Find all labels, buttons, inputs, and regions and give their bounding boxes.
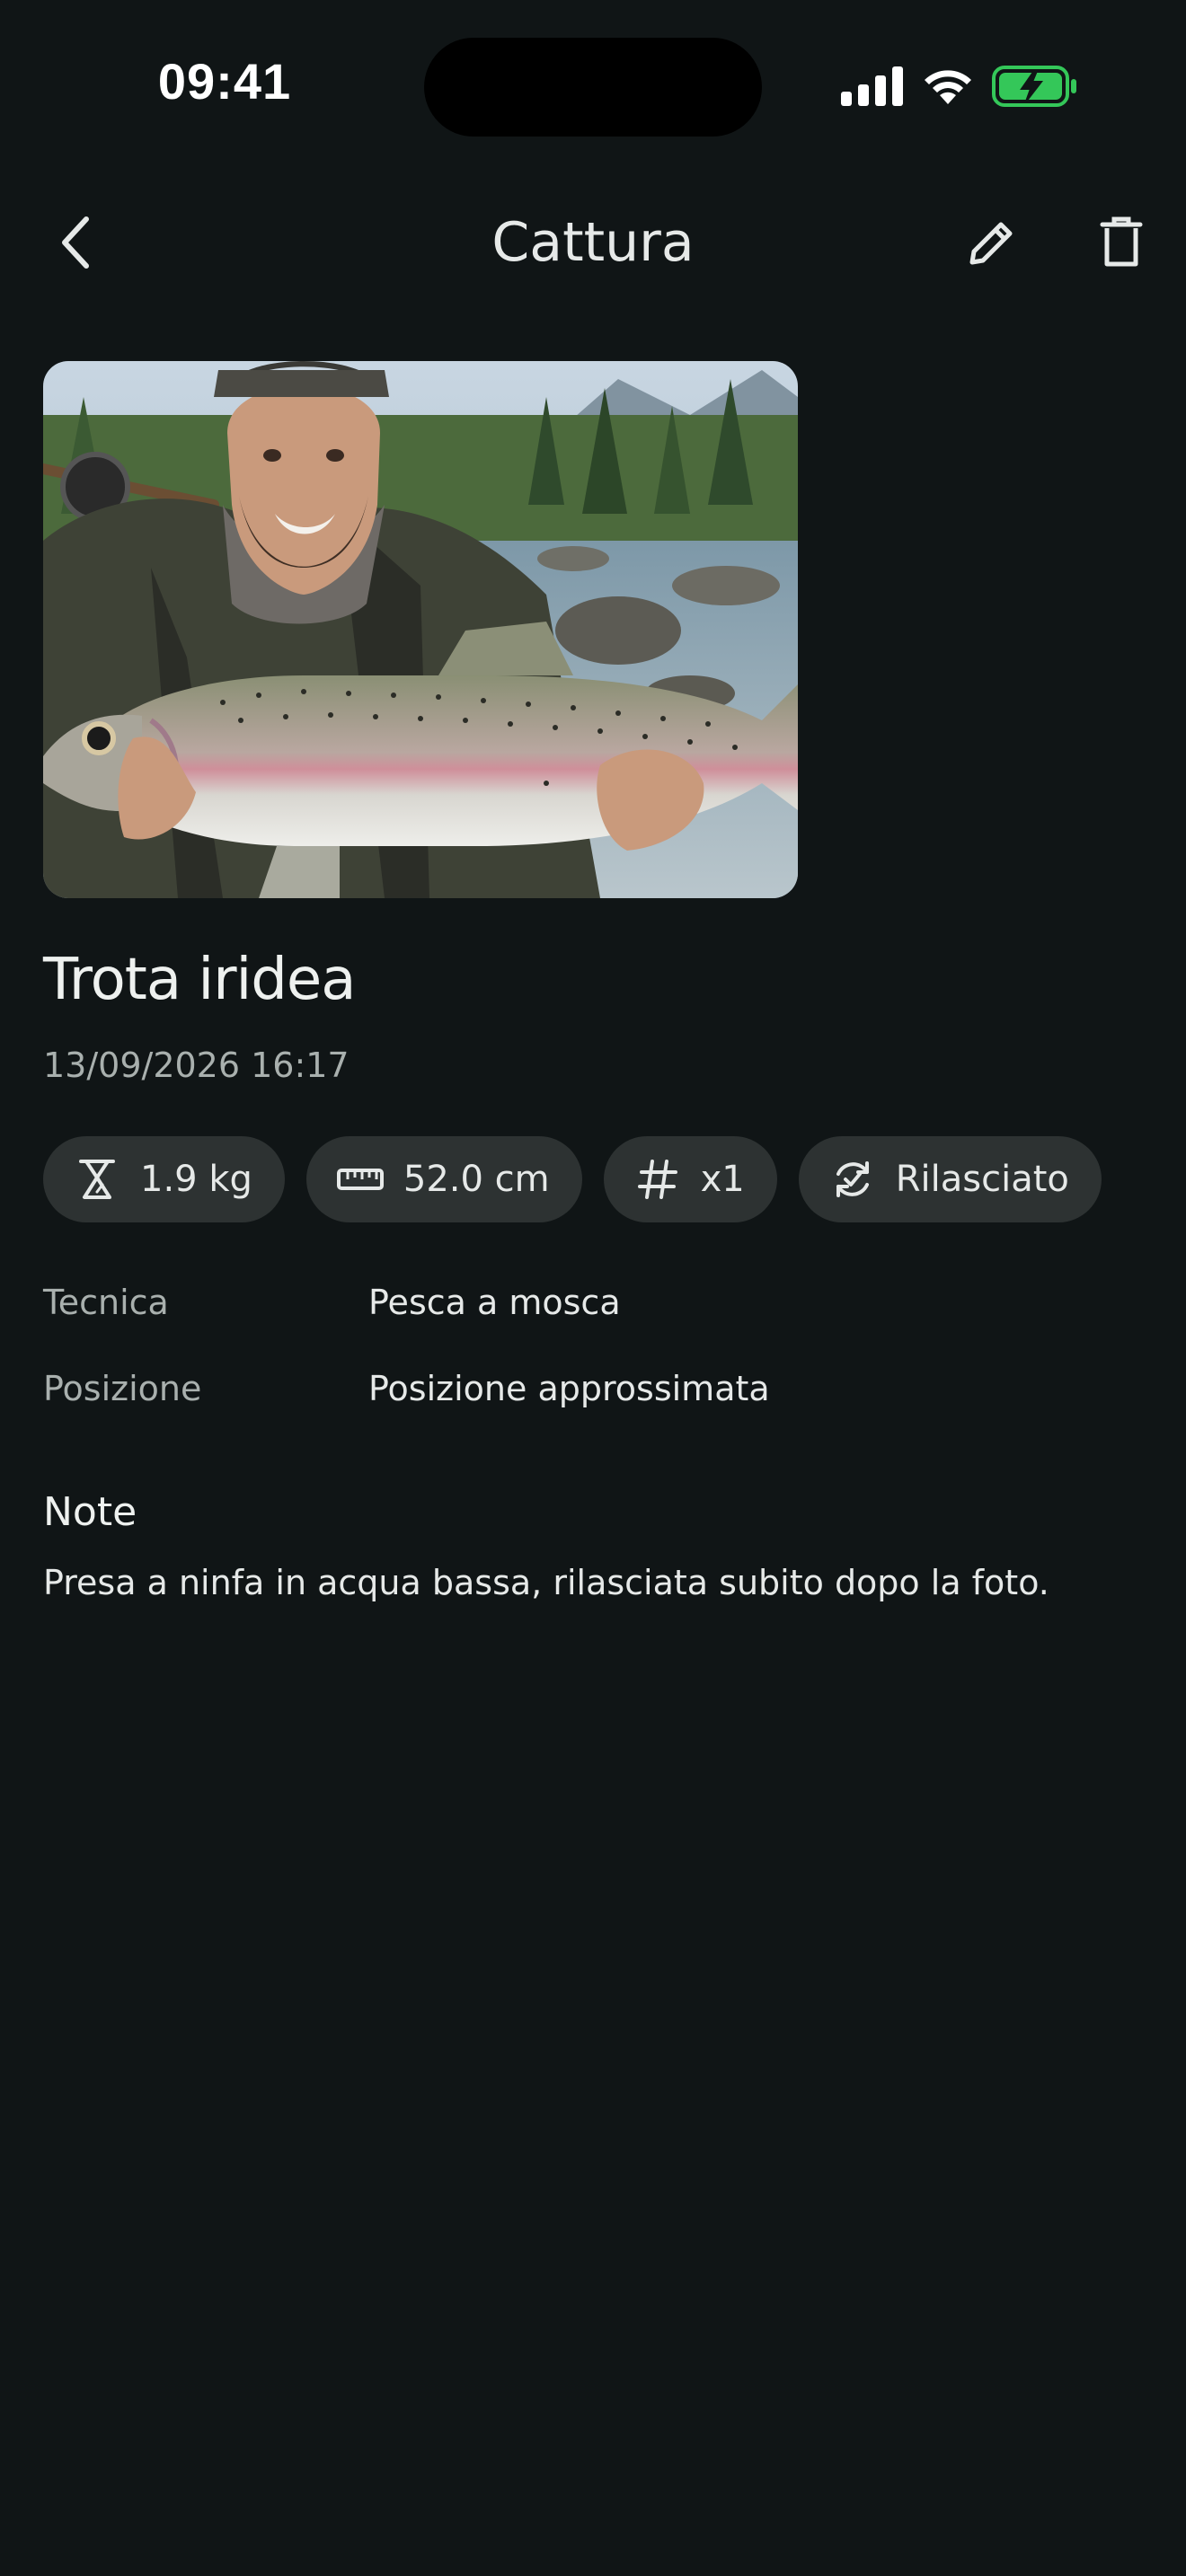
technique-value: Pesca a mosca bbox=[368, 1283, 621, 1322]
release-icon bbox=[829, 1156, 876, 1203]
position-label: Posizione bbox=[43, 1369, 202, 1408]
catch-details: Tecnica Pesca a mosca Posizione Posizion… bbox=[43, 1283, 1148, 1455]
length-value: 52.0 cm bbox=[403, 1159, 550, 1200]
technique-label: Tecnica bbox=[43, 1283, 169, 1322]
catch-datetime: 13/09/2026 16:17 bbox=[43, 1045, 350, 1085]
trash-icon bbox=[1100, 216, 1143, 267]
detail-row-position: Posizione Posizione approssimata bbox=[43, 1369, 1148, 1455]
wifi-icon bbox=[925, 70, 971, 104]
nav-bar: Cattura bbox=[0, 189, 1186, 296]
page-title: Cattura bbox=[491, 211, 695, 274]
pencil-icon bbox=[969, 222, 1013, 265]
position-value: Posizione approssimata bbox=[368, 1369, 770, 1408]
cellular-signal-icon bbox=[841, 66, 903, 106]
count-value: x1 bbox=[700, 1159, 745, 1200]
delete-button[interactable] bbox=[1085, 207, 1157, 278]
dynamic-island bbox=[424, 38, 762, 137]
ruler-icon bbox=[336, 1156, 384, 1203]
release-chip: Rilasciato bbox=[798, 1136, 1102, 1222]
chevron-left-icon bbox=[62, 216, 89, 269]
back-button[interactable] bbox=[40, 207, 111, 278]
release-status: Rilasciato bbox=[895, 1159, 1069, 1200]
status-bar: 09:41 bbox=[0, 0, 1186, 180]
count-chip: x1 bbox=[603, 1136, 777, 1222]
weight-value: 1.9 kg bbox=[140, 1159, 252, 1200]
edit-button[interactable] bbox=[956, 207, 1028, 278]
scale-icon bbox=[74, 1156, 120, 1203]
notes-text: Presa a ninfa in acqua bassa, rilasciata… bbox=[43, 1563, 1049, 1602]
stat-chips: 1.9 kg 52.0 cm x1 Rilasciato bbox=[43, 1136, 1102, 1222]
species-name: Trota iridea bbox=[43, 947, 356, 1013]
status-time: 09:41 bbox=[157, 53, 292, 110]
hash-icon bbox=[634, 1156, 681, 1203]
catch-photo[interactable] bbox=[43, 361, 798, 898]
detail-row-technique: Tecnica Pesca a mosca bbox=[43, 1283, 1148, 1369]
notes-heading: Note bbox=[43, 1489, 137, 1535]
status-icons bbox=[836, 63, 1078, 108]
battery-charging-icon bbox=[992, 66, 1076, 107]
weight-chip: 1.9 kg bbox=[43, 1136, 285, 1222]
length-chip: 52.0 cm bbox=[305, 1136, 582, 1222]
